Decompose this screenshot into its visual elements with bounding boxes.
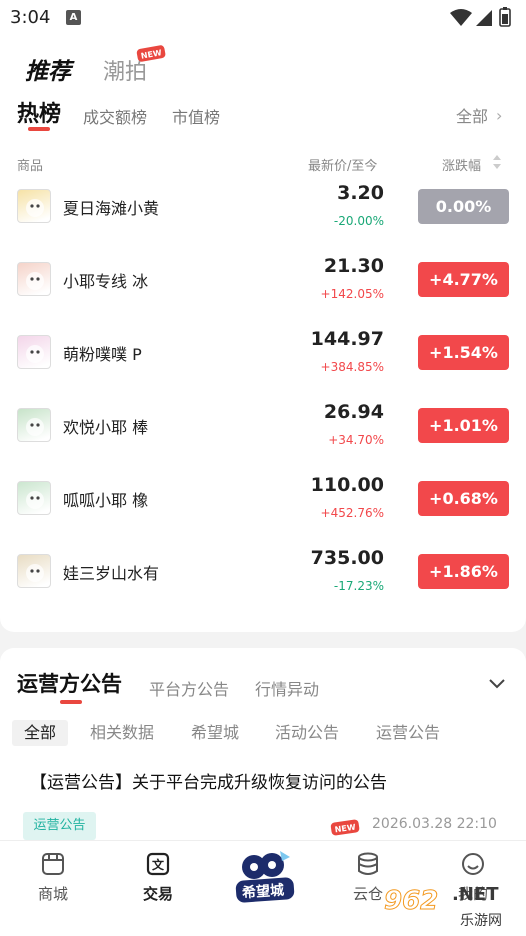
tab-volume[interactable]: 成交额榜	[83, 104, 147, 128]
product-thumbnail	[17, 335, 51, 369]
product-thumbnail	[17, 554, 51, 588]
nav-trade[interactable]: 文 交易	[128, 851, 188, 911]
tab-platform-announcements[interactable]: 平台方公告	[149, 676, 229, 700]
tab-hot-indicator	[28, 127, 50, 131]
trade-icon: 文	[146, 852, 170, 876]
change-badge: +0.68%	[418, 481, 509, 516]
announcement-tab-indicator	[60, 700, 82, 704]
hot-list-card: 推荐 潮拍 NEW 热榜 成交额榜 市值榜 全部 › 商品 最新价/至今 涨跌幅…	[0, 36, 526, 632]
nav-shop-label: 商城	[37, 885, 68, 903]
nav-hope-city[interactable]: 希望城	[232, 847, 298, 907]
shop-icon	[42, 853, 64, 875]
filter-related-data[interactable]: 相关数据	[90, 720, 154, 746]
announcement-headline[interactable]: 【运营公告】关于平台完成升级恢复访问的公告	[30, 768, 387, 793]
column-goods: 商品	[17, 159, 44, 174]
sort-icon[interactable]	[492, 153, 502, 171]
product-price: 26.94	[323, 401, 384, 423]
announcements-card: 运营方公告 平台方公告 行情异动 全部 相关数据 希望城 活动公告 运营公告 【…	[0, 648, 526, 848]
change-badge: +1.01%	[418, 408, 509, 443]
product-thumbnail	[17, 408, 51, 442]
product-name: 萌粉噗噗 P	[63, 345, 142, 364]
signal-wifi-battery-icon	[450, 7, 511, 27]
product-thumbnail	[17, 262, 51, 296]
product-price: 735.00	[310, 547, 384, 569]
table-row[interactable]: 夏日海滩小黄 3.20 -20.00% 0.00%	[0, 174, 526, 244]
table-row[interactable]: 娃三岁山水有 735.00 -17.23% +1.86%	[0, 539, 526, 609]
filter-events[interactable]: 活动公告	[275, 720, 339, 746]
product-price: 110.00	[310, 474, 384, 496]
notification-icon: A	[66, 10, 81, 25]
change-badge: +1.54%	[418, 335, 509, 370]
watermark-subtitle: 乐游网	[460, 913, 502, 929]
change-badge: +1.86%	[418, 554, 509, 589]
product-name: 小耶专线 冰	[63, 272, 149, 291]
nav-trade-label: 交易	[142, 885, 173, 903]
column-price[interactable]: 最新价/至今	[308, 155, 377, 174]
tab-recommend[interactable]: 推荐	[25, 52, 71, 86]
new-badge-icon: NEW	[136, 45, 166, 62]
warehouse-icon	[358, 852, 378, 875]
announcement-tag: 运营公告	[23, 812, 96, 840]
filter-operator[interactable]: 运营公告	[376, 720, 440, 746]
tab-market-movements[interactable]: 行情异动	[255, 676, 319, 700]
watermark-url: .NET	[452, 884, 499, 905]
profile-icon	[462, 853, 484, 875]
tab-hot[interactable]: 热榜	[17, 96, 61, 128]
nav-shop[interactable]: 商城	[23, 851, 83, 911]
status-time: 3:04	[10, 7, 51, 28]
product-total-change: +142.05%	[320, 287, 384, 301]
nav-hope-city-label: 希望城	[241, 882, 285, 902]
watermark-number: 962	[383, 886, 439, 917]
chevron-down-icon[interactable]	[487, 676, 507, 692]
table-row[interactable]: 小耶专线 冰 21.30 +142.05% +4.77%	[0, 247, 526, 317]
status-bar: 3:04 A	[0, 0, 526, 36]
tab-market-cap[interactable]: 市值榜	[172, 104, 220, 128]
table-row[interactable]: 萌粉噗噗 P 144.97 +384.85% +1.54%	[0, 320, 526, 390]
tab-operator-announcements[interactable]: 运营方公告	[17, 668, 122, 698]
product-name: 娃三岁山水有	[63, 564, 160, 583]
product-name: 夏日海滩小黄	[63, 199, 160, 218]
change-badge: 0.00%	[418, 189, 509, 224]
table-row[interactable]: 欢悦小耶 棒 26.94 +34.70% +1.01%	[0, 393, 526, 463]
product-total-change: -17.23%	[333, 579, 384, 593]
chevron-right-icon[interactable]: ›	[496, 106, 502, 125]
change-badge: +4.77%	[418, 262, 509, 297]
product-price: 3.20	[337, 182, 384, 204]
site-watermark: 962 .NET 乐游网	[383, 880, 526, 936]
product-total-change: +384.85%	[320, 360, 384, 374]
table-row[interactable]: 呱呱小耶 橡 110.00 +452.76% +0.68%	[0, 466, 526, 536]
product-name: 欢悦小耶 棒	[63, 418, 149, 437]
view-all-link[interactable]: 全部	[456, 103, 488, 127]
new-badge-icon: NEW	[330, 819, 360, 836]
filter-all[interactable]: 全部	[12, 720, 69, 746]
product-total-change: +34.70%	[328, 433, 384, 447]
product-price: 144.97	[310, 328, 384, 350]
product-total-change: +452.76%	[320, 506, 384, 520]
product-name: 呱呱小耶 橡	[63, 491, 149, 510]
filter-hope-city[interactable]: 希望城	[191, 720, 239, 746]
product-thumbnail	[17, 481, 51, 515]
column-change[interactable]: 涨跌幅	[442, 155, 481, 174]
product-total-change: -20.00%	[333, 214, 384, 228]
product-thumbnail	[17, 189, 51, 223]
svg-text:文: 文	[152, 857, 165, 872]
product-price: 21.30	[323, 255, 384, 277]
announcement-date: 2026.03.28 22:10	[372, 816, 497, 832]
